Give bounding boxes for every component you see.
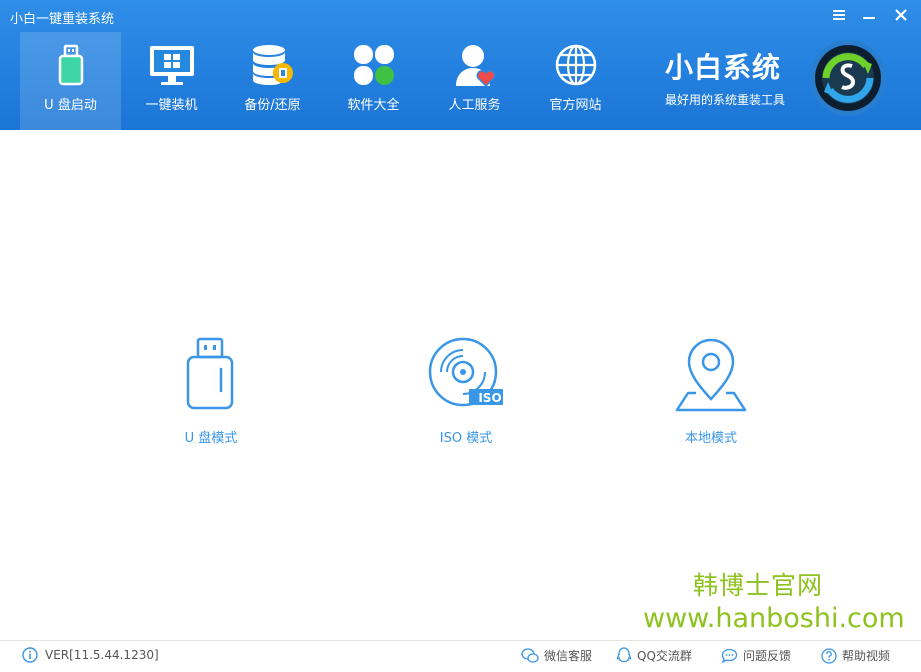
window-title: 小白一键重装系统 xyxy=(10,12,115,27)
nav-backup-restore[interactable]: 备份/还原 xyxy=(222,32,323,130)
watermark-title: 韩博士官网 xyxy=(693,571,824,600)
user-heart-icon xyxy=(455,45,495,88)
chat-bubble-icon xyxy=(721,648,738,663)
minimize-icon xyxy=(863,17,875,19)
usb-drive-icon xyxy=(186,337,234,410)
logo-icon xyxy=(810,40,886,116)
feedback-link[interactable]: 问题反馈 xyxy=(721,647,791,664)
minimize-button[interactable] xyxy=(858,6,880,28)
nav-usb-boot[interactable]: U 盘启动 xyxy=(20,32,121,130)
brand-logo xyxy=(808,38,888,122)
usb-mode-option[interactable]: U 盘模式 xyxy=(141,335,281,446)
location-pin-icon xyxy=(675,338,747,412)
help-video-label: 帮助视频 xyxy=(842,649,891,663)
brand-subtitle: 最好用的系统重装工具 xyxy=(665,93,786,107)
title-bar: 小白一键重装系统 U 盘启动 一键装机 备份/还原 软件大全 人工服务 官方网站… xyxy=(0,0,921,130)
version-info: VER[11.5.44.1230] xyxy=(22,647,159,663)
close-button[interactable] xyxy=(890,6,912,28)
wechat-icon xyxy=(521,647,539,663)
qq-icon xyxy=(616,647,632,663)
nav-official-site[interactable]: 官方网站 xyxy=(525,32,626,130)
iso-mode-label: ISO 模式 xyxy=(439,431,493,446)
feedback-label: 问题反馈 xyxy=(743,649,792,663)
nav-label: 一键装机 xyxy=(145,98,198,113)
status-bar: VER[11.5.44.1230] 微信客服 QQ交流群 问题反馈 帮助视频 xyxy=(0,640,921,672)
local-mode-label: 本地模式 xyxy=(684,431,737,446)
nav-label: U 盘启动 xyxy=(44,98,97,113)
qq-group-link[interactable]: QQ交流群 xyxy=(616,647,692,664)
nav-software[interactable]: 软件大全 xyxy=(323,32,424,130)
help-icon xyxy=(821,647,837,664)
version-text: VER[11.5.44.1230] xyxy=(45,648,159,662)
wechat-service-link[interactable]: 微信客服 xyxy=(521,647,592,664)
menu-button[interactable] xyxy=(828,6,850,28)
help-video-link[interactable]: 帮助视频 xyxy=(821,647,890,664)
usb-mode-label: U 盘模式 xyxy=(184,431,238,446)
qq-group-label: QQ交流群 xyxy=(637,649,692,663)
usb-drive-icon xyxy=(58,44,83,86)
nav-label: 备份/还原 xyxy=(244,98,301,113)
nav-one-click-install[interactable]: 一键装机 xyxy=(121,32,222,130)
iso-mode-option[interactable]: ISO 模式 ISO xyxy=(396,335,536,446)
menu-icon xyxy=(833,10,845,20)
watermark-url: www.hanboshi.com xyxy=(643,603,905,634)
nav-manual-service[interactable]: 人工服务 xyxy=(424,32,525,130)
globe-icon xyxy=(555,44,596,86)
nav-label: 软件大全 xyxy=(347,98,400,113)
database-icon xyxy=(252,45,293,85)
apps-icon xyxy=(353,45,394,85)
nav-label: 人工服务 xyxy=(448,98,501,113)
main-nav: U 盘启动 一键装机 备份/还原 软件大全 人工服务 官方网站 xyxy=(20,32,626,130)
info-icon xyxy=(22,647,38,663)
wechat-service-label: 微信客服 xyxy=(544,649,593,663)
local-mode-option[interactable]: 本地模式 xyxy=(641,335,781,446)
brand-title: 小白系统 xyxy=(665,51,782,84)
nav-label: 官方网站 xyxy=(549,98,602,113)
iso-badge: ISO xyxy=(478,391,502,405)
close-icon xyxy=(895,9,907,21)
monitor-icon xyxy=(149,46,194,85)
